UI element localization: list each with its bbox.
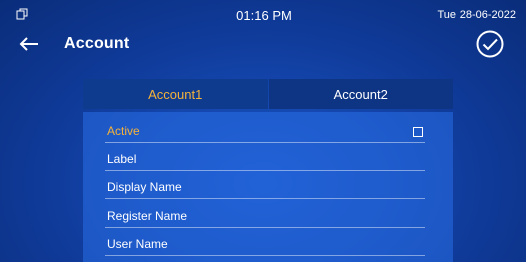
display-name-field[interactable]: Display Name: [105, 172, 425, 199]
back-arrow-icon[interactable]: [18, 34, 40, 54]
account-screen: 01:16 PM Tue 28-06-2022 Account Account1…: [0, 0, 526, 262]
tab-account2[interactable]: Account2: [268, 79, 453, 109]
label-field[interactable]: Label: [105, 144, 425, 171]
user-name-label: User Name: [107, 237, 168, 251]
checkbox-icon[interactable]: [413, 127, 423, 137]
account-form: Active Label Display Name Register Name …: [83, 112, 453, 262]
status-day: Tue: [437, 9, 456, 21]
label-field-label: Label: [107, 152, 137, 166]
user-name-field[interactable]: User Name: [105, 229, 425, 256]
page-title: Account: [64, 35, 130, 52]
register-name-field[interactable]: Register Name: [105, 201, 425, 228]
status-date: 28-06-2022: [459, 9, 516, 21]
tab-account1[interactable]: Account1: [83, 79, 268, 109]
title-bar: Account: [8, 26, 520, 62]
active-row[interactable]: Active: [105, 116, 425, 143]
active-label: Active: [107, 124, 140, 138]
status-bar: 01:16 PM Tue 28-06-2022: [8, 4, 520, 24]
register-name-label: Register Name: [107, 209, 188, 223]
check-circle-icon[interactable]: [474, 28, 506, 60]
display-name-label: Display Name: [107, 180, 182, 194]
account-tabs: Account1 Account2: [83, 79, 453, 109]
